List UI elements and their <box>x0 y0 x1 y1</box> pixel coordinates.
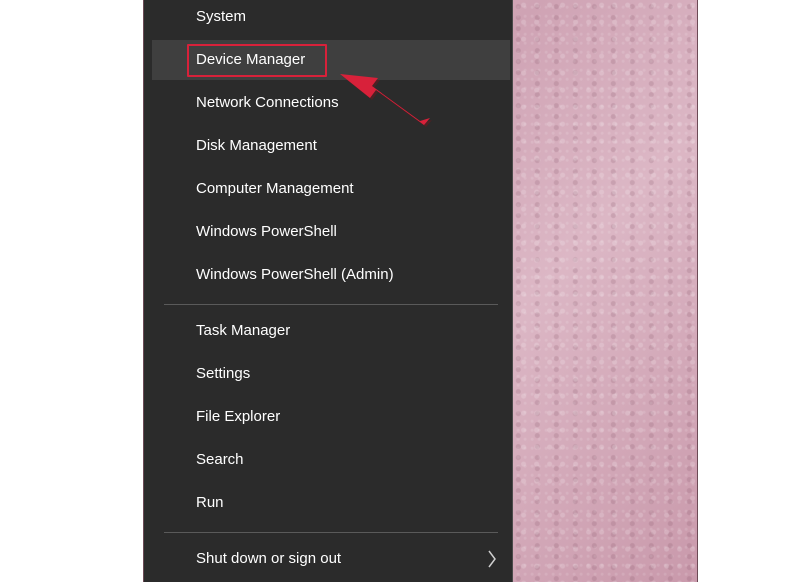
menu-item-label: Shut down or sign out <box>196 550 342 567</box>
red-arrow-icon <box>340 74 432 127</box>
chevron-right-icon <box>484 539 500 579</box>
menu-item-file-explorer[interactable]: File Explorer <box>152 397 510 437</box>
menu-separator <box>164 304 498 305</box>
menu-item-label: Windows PowerShell <box>196 223 337 240</box>
menu-item-computer-management[interactable]: Computer Management <box>152 169 510 209</box>
menu-item-label: Windows PowerShell (Admin) <box>196 266 394 283</box>
winx-context-menu: System Device Manager Network Connection… <box>144 0 513 582</box>
menu-item-label: Network Connections <box>196 94 339 111</box>
menu-item-windows-powershell-admin[interactable]: Windows PowerShell (Admin) <box>152 255 510 295</box>
menu-item-label: Disk Management <box>196 137 317 154</box>
menu-item-disk-management[interactable]: Disk Management <box>152 126 510 166</box>
menu-item-label: System <box>196 8 247 25</box>
menu-item-label: Run <box>196 494 224 511</box>
menu-item-task-manager[interactable]: Task Manager <box>152 311 510 351</box>
menu-item-label: Task Manager <box>196 322 291 339</box>
menu-item-run[interactable]: Run <box>152 483 510 523</box>
menu-item-windows-powershell[interactable]: Windows PowerShell <box>152 212 510 252</box>
menu-separator <box>164 532 498 533</box>
menu-item-label: Settings <box>196 365 251 382</box>
menu-item-settings[interactable]: Settings <box>152 354 510 394</box>
menu-item-label: File Explorer <box>196 408 281 425</box>
menu-item-search[interactable]: Search <box>152 440 510 480</box>
menu-item-label: Computer Management <box>196 180 354 197</box>
menu-item-shut-down-or-sign-out[interactable]: Shut down or sign out <box>152 539 510 579</box>
menu-item-network-connections[interactable]: Network Connections <box>152 83 510 123</box>
menu-item-label: Search <box>196 451 244 468</box>
menu-item-system[interactable]: System <box>152 0 510 37</box>
highlight-annotation-box <box>187 44 327 77</box>
desktop-screen: System Device Manager Network Connection… <box>143 0 698 582</box>
